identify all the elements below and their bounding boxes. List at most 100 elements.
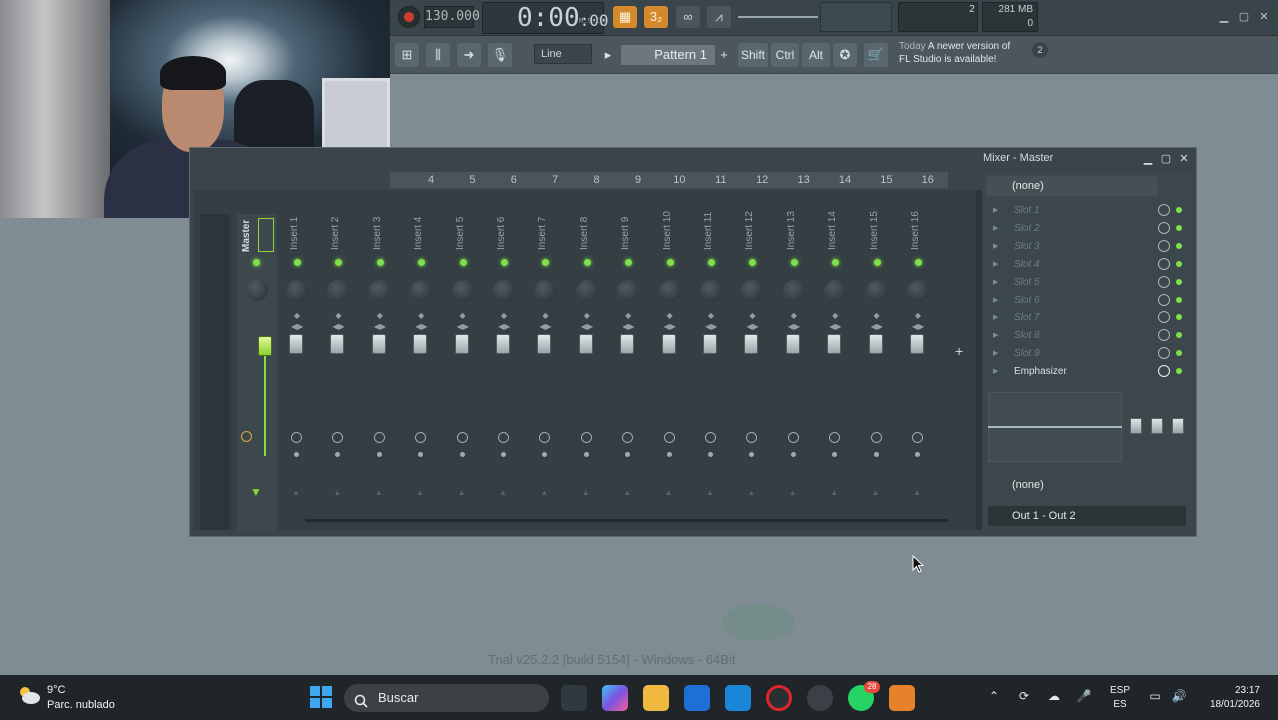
- fl-studio-icon[interactable]: [889, 685, 915, 711]
- slot-expand-icon[interactable]: ▶: [993, 292, 998, 309]
- effect-slot-active[interactable]: ▶ Emphasizer: [988, 363, 1188, 380]
- microphone-icon[interactable]: 🎙: [488, 43, 512, 67]
- channel-route-arrow-icon[interactable]: ▲: [333, 488, 341, 497]
- slot-enable-led[interactable]: [1176, 368, 1182, 375]
- tempo-display[interactable]: 130.000: [424, 6, 480, 28]
- slot-enable-led[interactable]: [1176, 207, 1182, 213]
- channel-route-dot[interactable]: [790, 452, 796, 457]
- channel-route-arrow-icon[interactable]: ▲: [292, 488, 300, 497]
- mixer-icon[interactable]: ⫼: [426, 43, 450, 67]
- mixer-maximize-icon[interactable]: ▢: [1160, 153, 1172, 165]
- eq-high-fader[interactable]: [1172, 418, 1184, 434]
- mixer-close-icon[interactable]: ✕: [1178, 153, 1190, 165]
- ctrl-key-button[interactable]: Ctrl: [771, 43, 799, 67]
- channel-route-arrow-icon[interactable]: ▲: [375, 488, 383, 497]
- slot-mix-knob[interactable]: [1158, 239, 1170, 252]
- slot-enable-led[interactable]: [1176, 278, 1182, 285]
- weather-cloud-icon[interactable]: [16, 684, 42, 706]
- master-volume-slider[interactable]: [738, 10, 818, 24]
- slot-enable-led[interactable]: [1176, 314, 1182, 321]
- mixer-channel-strip[interactable]: Insert 8◆◀▶◆▲: [567, 194, 607, 530]
- channel-route-arrow-icon[interactable]: ▲: [665, 488, 673, 497]
- channel-volume-fader[interactable]: [537, 334, 552, 354]
- slot-mix-knob[interactable]: [1158, 275, 1170, 288]
- microsoft-store-icon[interactable]: [684, 685, 710, 711]
- slot-mix-knob[interactable]: [1158, 329, 1170, 342]
- typing-keyboard-icon[interactable]: ▦: [613, 6, 637, 28]
- loop-record-icon[interactable]: ∞: [676, 6, 700, 28]
- channel-send-icon[interactable]: [332, 432, 344, 443]
- channel-route-dot[interactable]: [749, 452, 755, 457]
- channel-route-dot[interactable]: [542, 452, 548, 457]
- slot-enable-led[interactable]: [1176, 332, 1182, 339]
- channel-route-dot[interactable]: [915, 452, 920, 457]
- channel-route-dot[interactable]: [418, 452, 424, 457]
- channel-route-arrow-icon[interactable]: ▲: [623, 488, 631, 497]
- plugin-picker-icon[interactable]: ✪: [833, 43, 857, 67]
- playlist-icon[interactable]: ⊞: [395, 43, 419, 67]
- add-insert-button[interactable]: +: [955, 343, 963, 359]
- channel-enable-led[interactable]: [708, 259, 715, 266]
- mixer-channel-strip[interactable]: Insert 6◆◀▶◆▲: [484, 194, 524, 530]
- mixer-channel-strip[interactable]: Insert 3◆◀▶◆▲: [360, 194, 400, 530]
- channel-route-arrow-icon[interactable]: ▲: [582, 488, 590, 497]
- channel-pan-knob[interactable]: [741, 280, 764, 302]
- eq-low-fader[interactable]: [1130, 418, 1142, 434]
- mixer-channel-strip[interactable]: Insert 9◆◀▶◆▲: [608, 194, 648, 530]
- channel-route-arrow-icon[interactable]: ▲: [747, 488, 755, 497]
- pattern-prev-icon[interactable]: ▸: [600, 43, 616, 67]
- channel-send-icon[interactable]: [498, 432, 509, 443]
- channel-route-arrow-icon[interactable]: ▲: [706, 488, 714, 497]
- channel-pan-knob[interactable]: [617, 280, 640, 302]
- output-route-dropdown[interactable]: Out 1 - Out 2: [988, 506, 1186, 526]
- channel-volume-fader[interactable]: [744, 334, 759, 354]
- channel-volume-fader[interactable]: [620, 334, 635, 354]
- slot-expand-icon[interactable]: ▶: [993, 363, 998, 380]
- channel-route-dot[interactable]: [294, 452, 299, 457]
- channel-pan-knob[interactable]: [368, 280, 391, 302]
- mixer-channel-strip[interactable]: Insert 14◆◀▶◆▲: [815, 194, 855, 530]
- channel-pan-knob[interactable]: [700, 280, 722, 302]
- slot-expand-icon[interactable]: ▶: [993, 274, 998, 291]
- slot-enable-led[interactable]: [1176, 242, 1182, 249]
- channel-volume-fader[interactable]: [496, 334, 510, 354]
- slot-expand-icon[interactable]: ▶: [993, 238, 998, 255]
- channel-volume-fader[interactable]: [868, 334, 883, 354]
- slot-expand-icon[interactable]: ▶: [993, 327, 998, 344]
- channel-pan-knob[interactable]: [575, 280, 598, 302]
- master-route-arrow-icon[interactable]: ▼: [250, 485, 262, 499]
- effect-slot[interactable]: ▶ Slot 9: [988, 345, 1188, 362]
- slot-mix-knob[interactable]: [1158, 365, 1170, 378]
- channel-enable-led[interactable]: [294, 259, 301, 266]
- mixer-channel-strip[interactable]: Insert 1◆◀▶◆▲: [277, 194, 317, 530]
- weather-temperature[interactable]: 9°C: [47, 684, 65, 696]
- channel-send-icon[interactable]: [291, 432, 302, 443]
- mixer-channel-strip[interactable]: Insert 7◆◀▶◆▲: [525, 194, 565, 530]
- slot-expand-icon[interactable]: ▶: [993, 220, 998, 237]
- file-explorer-icon[interactable]: [643, 685, 669, 711]
- mixer-channel-strip[interactable]: Insert 12◆◀▶◆▲: [732, 194, 772, 530]
- channel-enable-led[interactable]: [832, 259, 840, 266]
- channel-pan-knob[interactable]: [658, 280, 681, 302]
- slot-enable-led[interactable]: [1176, 350, 1182, 357]
- channel-volume-fader[interactable]: [785, 334, 800, 354]
- mixer-horizontal-scrollbar[interactable]: [305, 519, 948, 522]
- mixer-channel-strip[interactable]: Insert 4◆◀▶◆▲: [401, 194, 441, 530]
- mixer-channel-strip[interactable]: Insert 2◆◀▶◆▲: [318, 194, 358, 530]
- channel-send-icon[interactable]: [456, 432, 468, 443]
- channel-route-arrow-icon[interactable]: ▲: [789, 488, 797, 497]
- mixer-channel-strip[interactable]: Insert 15◆◀▶◆▲: [857, 194, 897, 530]
- effect-slot[interactable]: ▶ Slot 5: [988, 274, 1188, 291]
- input-route-dropdown[interactable]: (none): [988, 475, 1186, 495]
- channel-enable-led[interactable]: [790, 259, 798, 266]
- record-button[interactable]: [398, 6, 420, 28]
- channel-route-dot[interactable]: [625, 452, 631, 457]
- channel-enable-led[interactable]: [583, 259, 591, 266]
- channel-enable-led[interactable]: [749, 259, 757, 266]
- song-time-display[interactable]: 0:00:00 M:S:CS: [482, 2, 609, 34]
- minimize-icon[interactable]: ▁: [1217, 10, 1231, 24]
- master-send-icon[interactable]: [241, 431, 252, 442]
- slot-enable-led[interactable]: [1176, 224, 1182, 231]
- channel-route-dot[interactable]: [583, 452, 589, 457]
- effect-slot[interactable]: ▶ Slot 6: [988, 292, 1188, 309]
